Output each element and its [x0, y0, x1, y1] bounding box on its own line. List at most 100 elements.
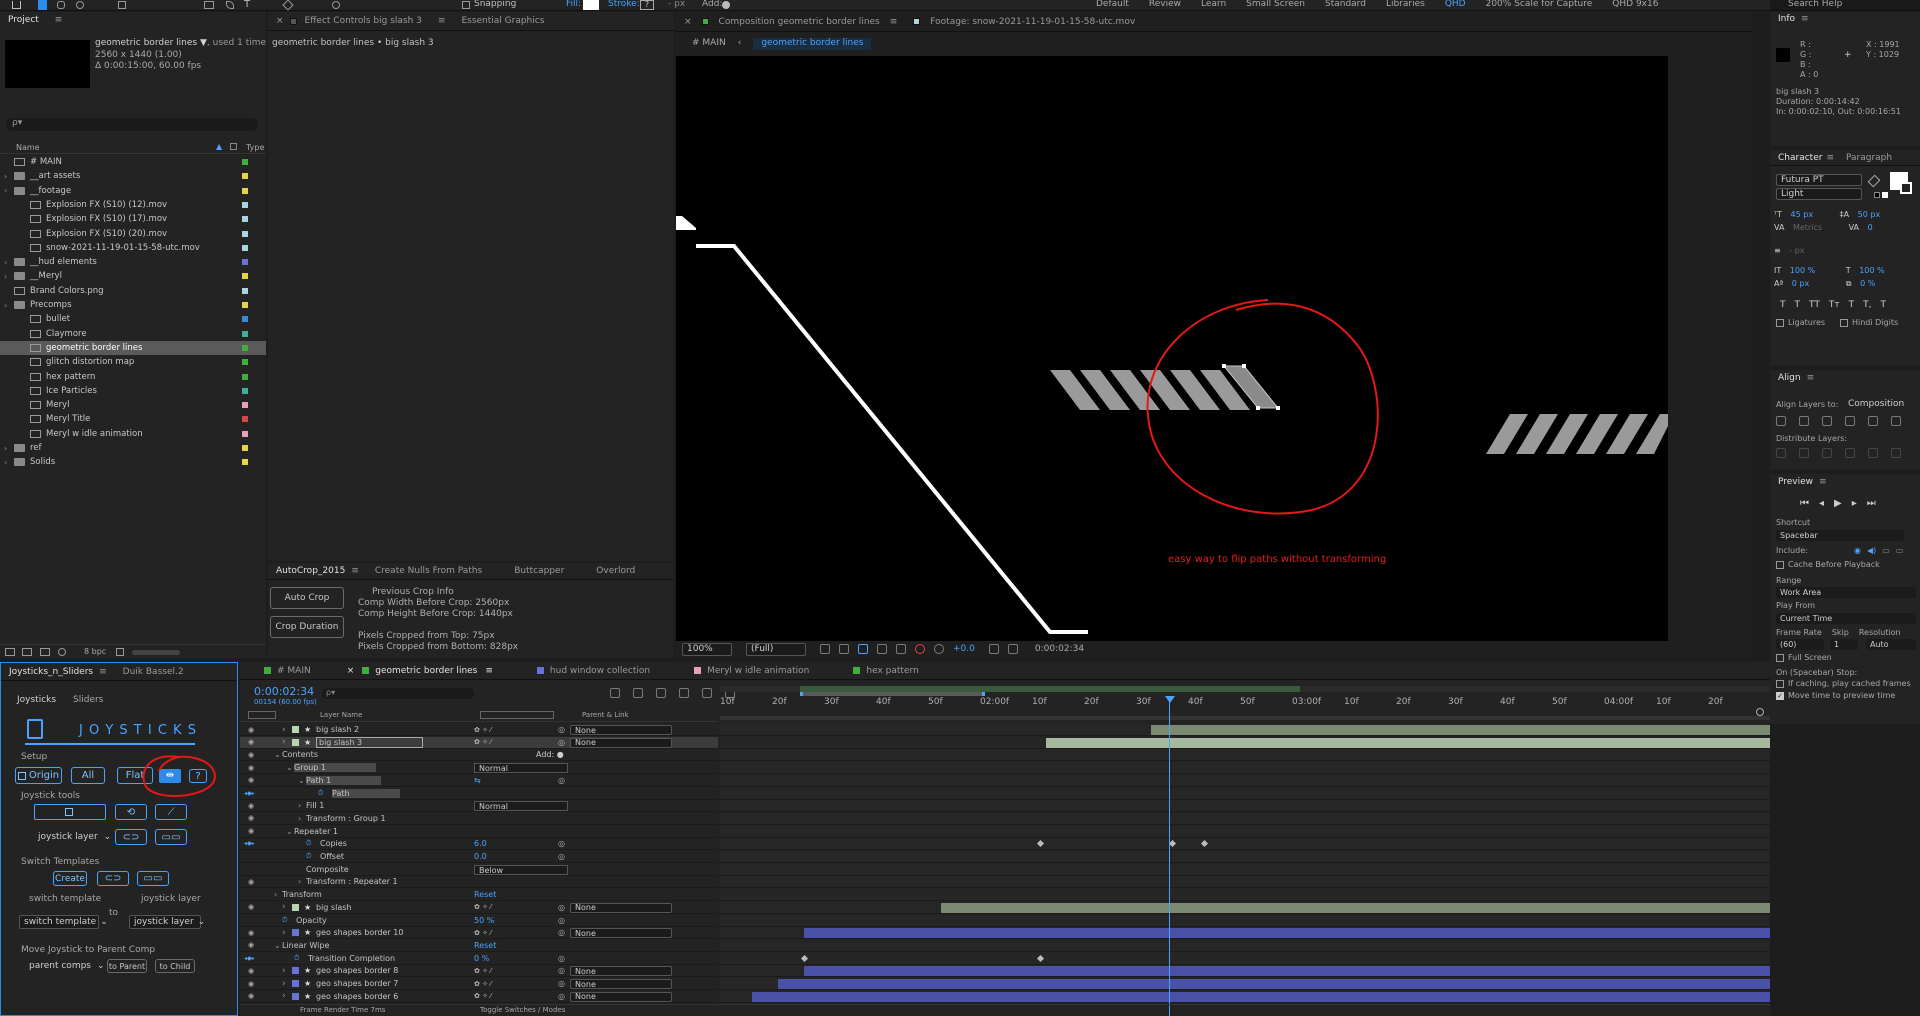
- expand-arrow-icon[interactable]: ›: [282, 991, 286, 1001]
- label-color-swatch[interactable]: [242, 330, 248, 337]
- project-list-item[interactable]: glitch distortion map: [0, 355, 266, 369]
- pickwhip-icon[interactable]: ◎: [558, 916, 565, 925]
- autocrop-tab[interactable]: AutoCrop_2015: [276, 566, 345, 576]
- project-list-item[interactable]: Explosion FX (S10) (20).mov: [0, 227, 266, 241]
- label-color-swatch[interactable]: [242, 287, 248, 294]
- parent-dropdown[interactable]: None: [570, 902, 672, 913]
- menu-icon[interactable]: ≡: [1807, 373, 1815, 383]
- visibility-eye-icon[interactable]: ◉: [248, 751, 254, 759]
- hand-tool-icon[interactable]: [57, 1, 65, 9]
- col-name[interactable]: Name: [16, 143, 40, 152]
- visibility-eye-icon[interactable]: ◉: [248, 776, 254, 784]
- align-hcenter-icon[interactable]: [1799, 416, 1809, 426]
- pickwhip-icon[interactable]: ◎: [558, 954, 565, 963]
- navigator-bar[interactable]: [800, 692, 985, 696]
- pen-tool-icon[interactable]: [226, 1, 234, 9]
- white-swatch[interactable]: [1882, 192, 1888, 198]
- project-search-input[interactable]: ρ▾: [6, 118, 258, 131]
- parent-comps-dropdown[interactable]: parent comps ⌄: [25, 959, 105, 973]
- visibility-eye-icon[interactable]: ◉: [248, 802, 254, 810]
- character-tab[interactable]: Character: [1778, 153, 1822, 163]
- stroke-swatch[interactable]: ?: [640, 0, 654, 10]
- property-row[interactable]: ◉ ⌄ Contents Add: ●: [240, 749, 718, 762]
- project-list-item[interactable]: Explosion FX (S10) (17).mov: [0, 212, 266, 226]
- skip-dropdown[interactable]: 1: [1830, 639, 1858, 650]
- expand-arrow-icon[interactable]: ›: [298, 801, 301, 810]
- add-icon[interactable]: [722, 1, 730, 9]
- text-style-button[interactable]: Tт: [1829, 300, 1840, 310]
- trash-icon[interactable]: [116, 648, 124, 656]
- workspace-200-scale-for-capture[interactable]: 200% Scale for Capture: [1486, 0, 1593, 9]
- visibility-eye-icon[interactable]: ◉: [248, 967, 254, 975]
- paragraph-tab[interactable]: Paragraph: [1846, 153, 1892, 163]
- preview-tab[interactable]: Preview: [1778, 477, 1813, 487]
- add-content-button[interactable]: Add: ●: [536, 750, 564, 759]
- to-parent-button[interactable]: to Parent: [107, 959, 147, 973]
- timeline-timecode[interactable]: 0:00:02:34: [254, 685, 314, 698]
- expand-arrow-icon[interactable]: ›: [282, 902, 286, 912]
- kerning-value[interactable]: Metrics: [1793, 223, 1822, 232]
- layer-name[interactable]: geo shapes border 8: [316, 966, 398, 975]
- align-to-dropdown[interactable]: Composition: [1844, 398, 1920, 410]
- layer-switches[interactable]: ✿ ✧ ⁄: [474, 738, 491, 746]
- layer-label-color[interactable]: [292, 967, 299, 975]
- layer-duration-bar[interactable]: [804, 966, 1770, 977]
- layer-row[interactable]: ◉ › ★ big slash ✿ ✧ ⁄ ◎ None: [240, 902, 718, 914]
- workspace-standard[interactable]: Standard: [1325, 0, 1366, 9]
- flow-slider[interactable]: [132, 650, 180, 655]
- chevron-right-icon[interactable]: ›: [4, 444, 14, 453]
- expand-arrow-icon[interactable]: ›: [274, 890, 277, 899]
- playhead-line[interactable]: [1169, 696, 1170, 1016]
- workspace-review[interactable]: Review: [1149, 0, 1181, 9]
- label-color-swatch[interactable]: [242, 273, 248, 280]
- black-swatch[interactable]: [1874, 192, 1880, 198]
- auto-crop-button[interactable]: Auto Crop: [270, 587, 344, 609]
- zoom-dropdown[interactable]: 100%: [682, 642, 732, 656]
- crumb-main[interactable]: # MAIN: [680, 38, 726, 50]
- layer-switches[interactable]: ✿ ✧ ⁄: [474, 992, 491, 1000]
- label-col-icon[interactable]: [230, 143, 237, 150]
- layer-label-color[interactable]: [292, 903, 299, 911]
- new-folder-icon[interactable]: [22, 648, 32, 656]
- menu-icon[interactable]: ≡: [1801, 14, 1809, 24]
- visibility-eye-icon[interactable]: ◉: [248, 814, 254, 822]
- channel-icon[interactable]: [915, 644, 925, 654]
- sort-arrow-icon[interactable]: ▲: [216, 142, 222, 151]
- move-time-checkbox[interactable]: ✓: [1776, 692, 1784, 700]
- label-color-swatch[interactable]: [242, 302, 248, 308]
- align-left-icon[interactable]: [1776, 416, 1786, 426]
- visibility-eye-icon[interactable]: ◉: [248, 992, 254, 1000]
- visibility-eye-icon[interactable]: ◉: [248, 726, 254, 734]
- layer-name[interactable]: geo shapes border 7: [316, 979, 398, 988]
- chevron-right-icon[interactable]: ›: [4, 186, 14, 195]
- workspace-small-screen[interactable]: Small Screen: [1246, 0, 1305, 9]
- layer-include-icon[interactable]: ▭: [1896, 546, 1904, 555]
- prev-frame-icon[interactable]: ◂: [1819, 498, 1824, 509]
- hindi-checkbox[interactable]: [1840, 319, 1848, 327]
- property-row[interactable]: ◉ ⌄ Path 1 ⇆ ◎: [240, 775, 718, 787]
- expand-arrow-icon[interactable]: ›: [282, 928, 286, 938]
- timeline-search-input[interactable]: ρ▾: [322, 688, 474, 699]
- workspace-default[interactable]: Default: [1096, 0, 1129, 9]
- property-value[interactable]: Reset: [474, 890, 496, 899]
- layer-row[interactable]: ◉ › ★ geo shapes border 10 ✿ ✧ ⁄ ◎ None: [240, 927, 718, 940]
- expand-arrow-icon[interactable]: ⌄: [286, 827, 293, 836]
- property-row[interactable]: ◉ ⌄ Linear Wipe Reset: [240, 940, 718, 952]
- property-row[interactable]: Composite Below: [240, 864, 718, 876]
- exposure-value[interactable]: +0.0: [953, 644, 975, 654]
- crumb-current[interactable]: geometric border lines: [753, 38, 872, 50]
- pickwhip-icon[interactable]: ◎: [558, 979, 565, 988]
- joystick-pad-button[interactable]: [34, 804, 106, 820]
- visibility-eye-icon[interactable]: ◉: [248, 878, 254, 886]
- joysticks-subtab[interactable]: Joysticks: [17, 695, 56, 705]
- distribute-hcenter-icon[interactable]: [1868, 448, 1878, 458]
- cache-checkbox[interactable]: [1776, 561, 1784, 569]
- pen-button[interactable]: ⟲: [115, 804, 147, 820]
- overlay-include-icon[interactable]: ▭: [1882, 546, 1890, 555]
- unlink-button[interactable]: ▭▭: [155, 829, 187, 845]
- project-list-item[interactable]: Explosion FX (S10) (12).mov: [0, 198, 266, 212]
- layer-duration-bar[interactable]: [777, 979, 1770, 989]
- viewer-timecode[interactable]: 0:00:02:34: [1035, 644, 1084, 654]
- pickwhip-icon[interactable]: ◎: [558, 725, 565, 734]
- menu-icon[interactable]: ≡: [485, 666, 493, 676]
